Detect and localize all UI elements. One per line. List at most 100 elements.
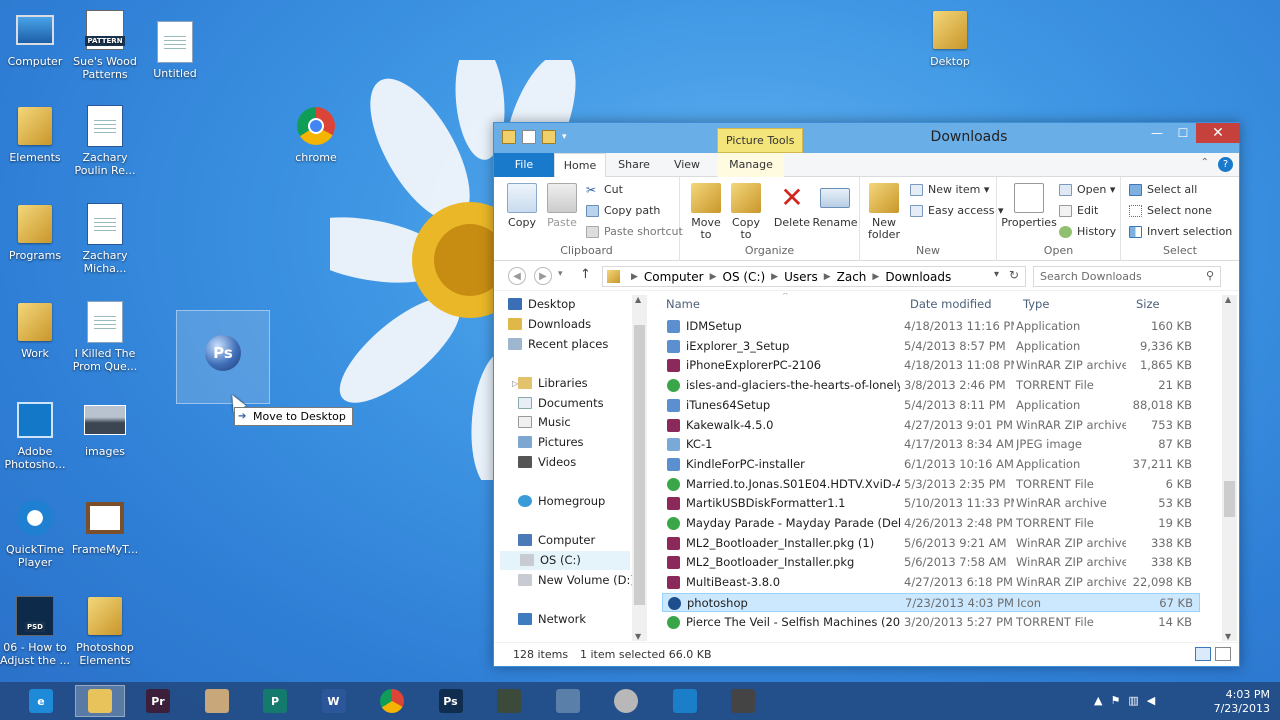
new-folder-quick-icon[interactable]	[542, 130, 556, 144]
flag-icon[interactable]: ⚑	[1110, 694, 1120, 707]
scroll-up-icon[interactable]: ▲	[635, 295, 641, 304]
nav-desktop[interactable]: Desktop	[508, 295, 575, 314]
maximize-button[interactable]: ☐	[1170, 123, 1196, 143]
column-size[interactable]: Size	[1136, 297, 1160, 311]
desktop-icon-13[interactable]: FrameMyT...	[69, 496, 141, 556]
paste-shortcut-button[interactable]: Paste shortcut	[586, 223, 683, 241]
nav-new-volume-d[interactable]: New Volume (D:)	[518, 571, 635, 590]
properties-button[interactable]: Properties	[1001, 183, 1057, 229]
move-to-button[interactable]: Move to	[686, 183, 726, 241]
show-hidden-icons-icon[interactable]: ▲	[1094, 694, 1102, 707]
refresh-icon[interactable]: ↻	[1009, 268, 1019, 282]
nav-scroll-thumb[interactable]	[634, 325, 645, 605]
file-row[interactable]: iExplorer_3_Setup 5/4/2013 8:57 PM Applica…	[662, 337, 1200, 357]
taskbar-app-network[interactable]	[543, 685, 593, 717]
paste-button[interactable]: Paste	[542, 183, 582, 229]
tab-view[interactable]: View	[662, 153, 712, 177]
copy-path-button[interactable]: Copy path	[586, 202, 660, 220]
nav-homegroup[interactable]: Homegroup	[498, 492, 605, 511]
address-dropdown-icon[interactable]: ▾	[994, 269, 999, 280]
select-none-button[interactable]: Select none	[1129, 202, 1212, 220]
taskbar-file-explorer[interactable]	[74, 685, 125, 717]
desktop-icon-9[interactable]: I Killed The Prom Que...	[69, 300, 141, 373]
breadcrumb-zach[interactable]: Zach	[837, 270, 867, 284]
nav-videos[interactable]: Videos	[518, 453, 576, 472]
file-row[interactable]: Mayday Parade - Mayday Parade (Deluxe...…	[662, 514, 1200, 534]
new-item-button[interactable]: New item ▾	[910, 181, 989, 199]
clock[interactable]: 4:03 PM 7/23/2013	[1214, 688, 1270, 716]
desktop-icon-3[interactable]: Elements	[0, 104, 71, 164]
copy-button[interactable]: Copy	[502, 183, 542, 229]
file-row[interactable]: ML2_Bootloader_Installer.pkg (1) 5/6/2013…	[662, 534, 1200, 554]
file-row[interactable]: ML2_Bootloader_Installer.pkg 5/6/2013 7:5…	[662, 553, 1200, 573]
help-icon[interactable]: ?	[1218, 157, 1233, 172]
nav-documents[interactable]: Documents	[518, 394, 604, 413]
tab-share[interactable]: Share	[609, 153, 659, 177]
taskbar-app-blue[interactable]	[660, 685, 710, 717]
taskbar-paint[interactable]	[192, 685, 242, 717]
easy-access-button[interactable]: Easy access ▾	[910, 202, 1004, 220]
ribbon-collapse-icon[interactable]: ⌃	[1201, 157, 1209, 168]
delete-button[interactable]: ✕ Delete	[772, 183, 812, 229]
quick-access-dropdown-icon[interactable]: ▾	[562, 130, 567, 144]
nav-network[interactable]: Network	[498, 610, 586, 629]
column-name[interactable]: Name	[666, 297, 700, 311]
copy-to-button[interactable]: Copy to	[726, 183, 766, 241]
edit-button[interactable]: Edit	[1059, 202, 1098, 220]
close-button[interactable]: ✕	[1196, 123, 1240, 143]
recent-locations-icon[interactable]: ▾	[558, 269, 563, 279]
rename-button[interactable]: Rename	[812, 183, 858, 229]
tab-manage[interactable]: Manage	[718, 153, 784, 177]
forward-button[interactable]: ▶	[534, 267, 552, 285]
minimize-button[interactable]: —	[1144, 123, 1170, 143]
taskbar-photoshop[interactable]: Ps	[426, 685, 476, 717]
nav-music[interactable]: Music	[518, 413, 571, 432]
scroll-up-icon[interactable]: ▲	[1225, 295, 1231, 304]
open-button[interactable]: Open ▾	[1059, 181, 1115, 199]
cut-button[interactable]: ✂ Cut	[586, 181, 623, 199]
taskbar-itunes[interactable]	[601, 685, 651, 717]
file-scrollbar[interactable]: ▲ ▼	[1222, 295, 1237, 641]
desktop-icon-7[interactable]: Zachary Micha...	[69, 202, 141, 275]
nav-downloads[interactable]: Downloads	[508, 315, 591, 334]
taskbar-app-tool[interactable]	[718, 685, 768, 717]
desktop-icon-12[interactable]: QuickTime Player	[0, 496, 71, 569]
desktop-icon-4[interactable]: Zachary Poulin Re...	[69, 104, 141, 177]
file-scroll-thumb[interactable]	[1224, 481, 1235, 517]
taskbar-internet-explorer[interactable]: e	[16, 685, 66, 717]
desktop-icon-6[interactable]: Programs	[0, 202, 71, 262]
search-input[interactable]: Search Downloads ⚲	[1033, 266, 1221, 287]
desktop-icon-8[interactable]: Work	[0, 300, 71, 360]
nav-os-c[interactable]: OS (C:)	[500, 551, 630, 570]
select-all-button[interactable]: Select all	[1129, 181, 1197, 199]
taskbar-app-dark[interactable]	[484, 685, 534, 717]
breadcrumb-computer[interactable]: Computer	[644, 270, 704, 284]
back-button[interactable]: ◀	[508, 267, 526, 285]
desktop-icon-11[interactable]: images	[69, 398, 141, 458]
nav-pictures[interactable]: Pictures	[518, 433, 584, 452]
large-icons-view-icon[interactable]	[1215, 647, 1231, 661]
history-button[interactable]: History	[1059, 223, 1116, 241]
tab-file[interactable]: File	[494, 153, 554, 177]
breadcrumb-os-c[interactable]: OS (C:)	[723, 270, 766, 284]
desktop-icon-5[interactable]: chrome	[280, 104, 352, 164]
file-row[interactable]: iPhoneExplorerPC-2106 4/18/2013 11:08 PM W…	[662, 356, 1200, 376]
picture-tools-tab[interactable]: Picture Tools	[717, 128, 804, 153]
nav-scrollbar[interactable]: ▲ ▼	[632, 295, 647, 641]
taskbar-chrome[interactable]	[367, 685, 417, 717]
desktop-icon-15[interactable]: Photoshop Elements	[69, 594, 141, 667]
up-button[interactable]: ↑	[580, 267, 591, 282]
desktop-icon-0[interactable]: Computer	[0, 8, 71, 68]
desktop-icon-16[interactable]: Dektop	[914, 8, 986, 68]
file-row[interactable]: Pierce The Veil - Selfish Machines (2010…	[662, 613, 1200, 633]
file-row[interactable]: KC-1 4/17/2013 8:34 AM JPEG image 87 KB	[662, 435, 1200, 455]
invert-selection-button[interactable]: Invert selection	[1129, 223, 1232, 241]
desktop-icon-2[interactable]: Untitled	[139, 20, 211, 80]
properties-quick-icon[interactable]	[522, 130, 536, 144]
scroll-down-icon[interactable]: ▼	[1225, 632, 1231, 641]
breadcrumb-users[interactable]: Users	[784, 270, 818, 284]
network-tray-icon[interactable]: ▥	[1128, 694, 1138, 707]
file-row[interactable]: KindleForPC-installer 6/1/2013 10:16 AM Ap…	[662, 455, 1200, 475]
nav-recent-places[interactable]: Recent places	[508, 335, 608, 354]
scroll-down-icon[interactable]: ▼	[635, 632, 641, 641]
